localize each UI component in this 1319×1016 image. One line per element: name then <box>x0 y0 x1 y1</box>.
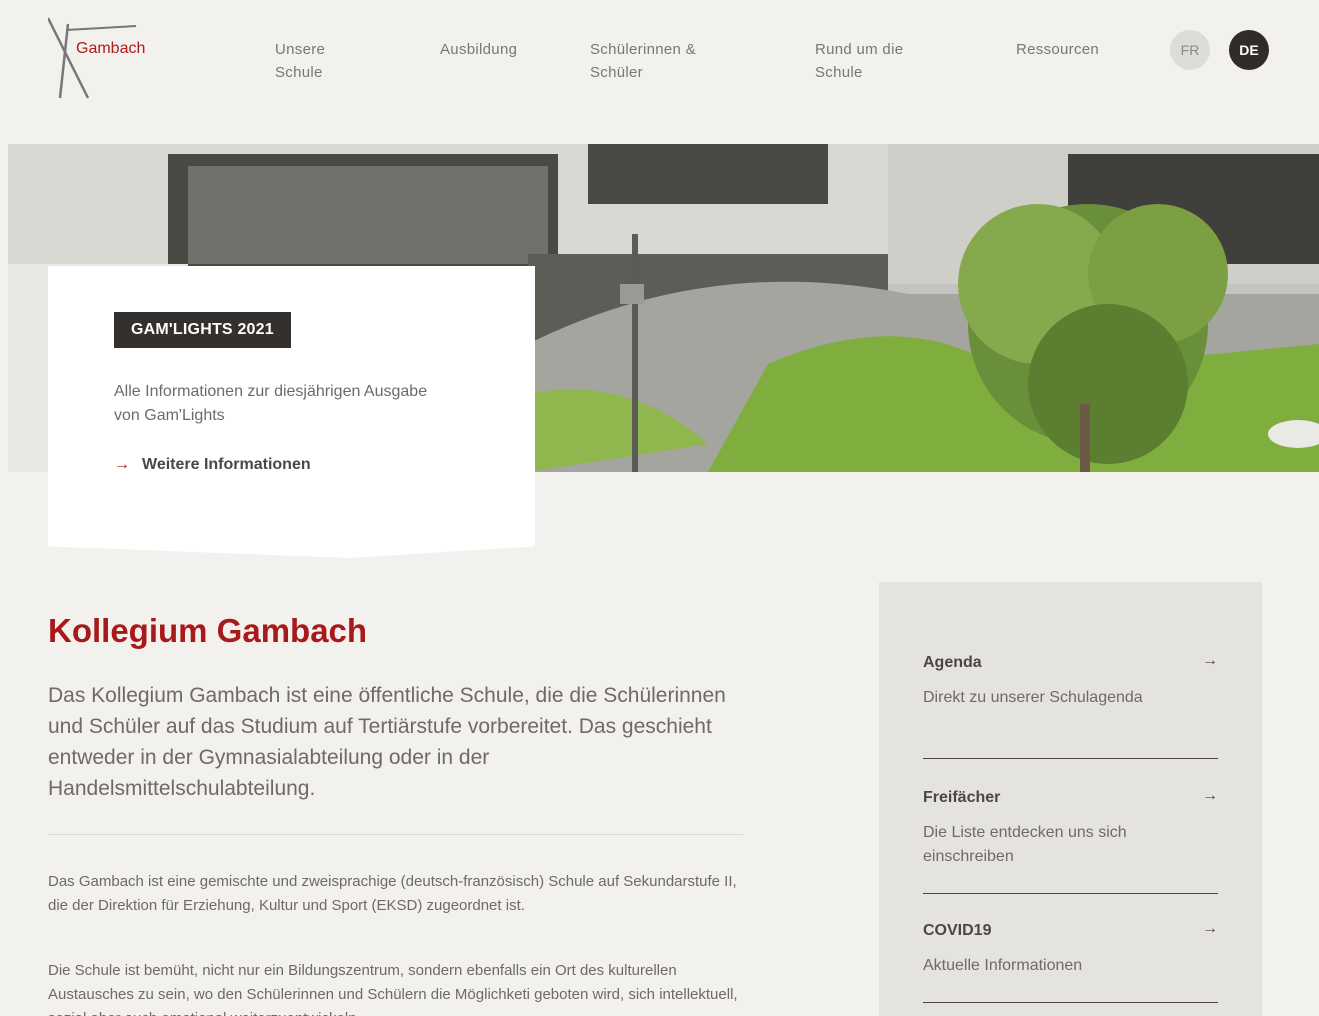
nav-schuelerinnen-schueler[interactable]: Schülerinnen & Schüler <box>590 38 696 84</box>
arrow-right-icon: → <box>1202 787 1218 804</box>
body-paragraph: Die Schule ist bemüht, nicht nur ein Bil… <box>48 962 738 1016</box>
sidebar-item-title: Agenda <box>923 654 982 671</box>
divider <box>48 834 743 835</box>
promo-badge[interactable]: GAM'LIGHTS 2021 <box>114 312 291 348</box>
arrow-right-icon: → <box>114 456 130 473</box>
divider <box>923 893 1218 894</box>
more-info-link[interactable]: → Weitere Informationen <box>114 456 311 474</box>
site-header: Gambach Unsere Schule Ausbildung Schüler… <box>0 0 1319 144</box>
nav-label: Schüler <box>590 64 643 81</box>
promo-card: GAM'LIGHTS 2021 Alle Informationen zur d… <box>48 266 535 558</box>
nav-unsere-schule[interactable]: Unsere Schule <box>275 38 325 84</box>
nav-label: Schülerinnen & <box>590 41 696 58</box>
nav-ausbildung[interactable]: Ausbildung <box>440 38 517 61</box>
lead-paragraph: Das Kollegium Gambach ist eine öffentlic… <box>48 684 726 800</box>
sidebar-item-freifaecher[interactable]: Freifächer → Die Liste entdecken uns sic… <box>923 787 1218 869</box>
sidebar-item-covid19[interactable]: COVID19 → Aktuelle Informationen <box>923 920 1218 978</box>
divider <box>923 758 1218 759</box>
nav-label: Ausbildung <box>440 41 518 58</box>
sidebar-item-description: Aktuelle Informationen <box>923 957 1083 974</box>
nav-label: Rund um die <box>815 41 904 58</box>
sidebar-item-title: Freifächer <box>923 789 1001 806</box>
sidebar-item-description: Direkt zu unserer Schulagenda <box>923 689 1143 706</box>
nav-label: Schule <box>815 64 863 81</box>
nav-label: Schule <box>275 64 323 81</box>
nav-label: Unsere <box>275 41 326 58</box>
sidebar-item-description: Die Liste entdecken uns sich einschreibe… <box>923 824 1127 865</box>
page-title: Kollegium Gambach <box>48 612 368 649</box>
sidebar-item-agenda[interactable]: Agenda → Direkt zu unserer Schulagenda <box>923 652 1218 710</box>
nav-label: Ressourcen <box>1016 41 1100 58</box>
logo-mark-icon <box>48 17 137 99</box>
nav-ressourcen[interactable]: Ressourcen <box>1016 38 1099 61</box>
nav-rund-um-die-schule[interactable]: Rund um die Schule <box>815 38 903 84</box>
divider <box>923 1002 1218 1003</box>
arrow-right-icon: → <box>1202 652 1218 669</box>
language-de-button[interactable]: DE <box>1229 30 1269 70</box>
logo-text: Gambach <box>76 40 146 57</box>
quick-links-sidebar: Agenda → Direkt zu unserer Schulagenda F… <box>879 582 1262 1016</box>
arrow-right-icon: → <box>1202 920 1218 937</box>
more-info-label: Weitere Informationen <box>142 456 311 473</box>
promo-description: Alle Informationen zur diesjährigen Ausg… <box>114 383 428 424</box>
logo[interactable]: Gambach <box>48 16 158 100</box>
body-paragraph: Das Gambach ist eine gemischte und zweis… <box>48 873 737 914</box>
sidebar-item-title: COVID19 <box>923 922 992 939</box>
language-fr-button[interactable]: FR <box>1170 30 1210 70</box>
